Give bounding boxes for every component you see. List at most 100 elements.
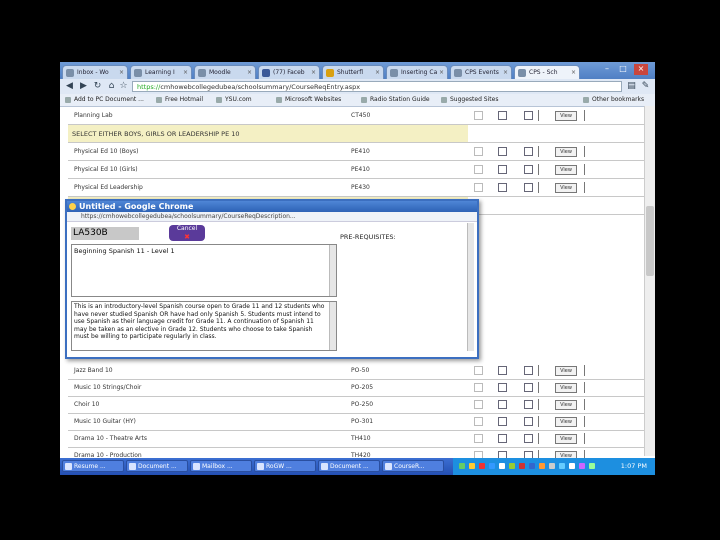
taskbar-item[interactable]: Document ... bbox=[318, 460, 380, 472]
address-bar[interactable]: https://cmhowebcollegedubea/schoolsummar… bbox=[132, 81, 622, 92]
close-icon[interactable]: × bbox=[311, 66, 316, 79]
close-icon[interactable]: × bbox=[119, 66, 124, 79]
alternate-checkbox[interactable] bbox=[498, 111, 507, 120]
select-checkbox[interactable] bbox=[474, 383, 483, 392]
priority-field[interactable] bbox=[538, 399, 539, 410]
cancel-button[interactable]: Cancel ✖ bbox=[169, 225, 205, 241]
select-checkbox[interactable] bbox=[474, 147, 483, 156]
wrench-icon[interactable]: ✎ bbox=[640, 81, 651, 92]
view-button[interactable]: View bbox=[555, 147, 577, 157]
alternate-checkbox[interactable] bbox=[498, 417, 507, 426]
taskbar-item[interactable]: RoGW ... bbox=[254, 460, 316, 472]
taskbar-item[interactable]: Mailbox ... bbox=[190, 460, 252, 472]
bookmark-item[interactable]: Radio Station Guide bbox=[360, 95, 430, 105]
view-button[interactable]: View bbox=[555, 434, 577, 444]
app-tray-icon[interactable] bbox=[569, 463, 575, 469]
tab-inbox[interactable]: Inbox - Wo × bbox=[62, 65, 128, 79]
forward-icon[interactable]: ▶ bbox=[78, 81, 89, 92]
app-tray-icon[interactable] bbox=[539, 463, 545, 469]
view-button[interactable]: View bbox=[555, 383, 577, 393]
select-checkbox[interactable] bbox=[474, 366, 483, 375]
alternate-checkbox[interactable] bbox=[498, 147, 507, 156]
select-checkbox[interactable] bbox=[474, 417, 483, 426]
network-icon[interactable] bbox=[459, 463, 465, 469]
app-tray-icon[interactable] bbox=[549, 463, 555, 469]
taskbar-item[interactable]: Resume ... bbox=[62, 460, 124, 472]
priority-field[interactable] bbox=[538, 146, 539, 157]
bookmark-item[interactable]: Add to PC Document ... bbox=[64, 95, 144, 105]
request-checkbox[interactable] bbox=[524, 434, 533, 443]
alternate-checkbox[interactable] bbox=[498, 383, 507, 392]
close-icon[interactable]: × bbox=[503, 66, 508, 79]
tab-moodle[interactable]: Moodle × bbox=[194, 65, 256, 79]
alternate-checkbox[interactable] bbox=[498, 400, 507, 409]
bookmark-item[interactable]: YSU.com bbox=[215, 95, 252, 105]
view-button[interactable]: View bbox=[555, 366, 577, 376]
priority-field[interactable] bbox=[538, 182, 539, 193]
request-checkbox[interactable] bbox=[524, 366, 533, 375]
priority-field[interactable] bbox=[538, 365, 539, 376]
course-code-field[interactable]: LA530B bbox=[71, 227, 139, 240]
taskbar-item[interactable]: Document ... bbox=[126, 460, 188, 472]
bookmark-item[interactable]: Free Hotmail bbox=[155, 95, 203, 105]
close-icon[interactable]: × bbox=[247, 66, 252, 79]
select-checkbox[interactable] bbox=[474, 111, 483, 120]
volume-icon[interactable] bbox=[499, 463, 505, 469]
description-scrollbar[interactable] bbox=[329, 302, 336, 350]
title-scrollbar[interactable] bbox=[329, 245, 336, 296]
tab-inserting[interactable]: Inserting Ca × bbox=[386, 65, 448, 79]
view-button[interactable]: View bbox=[555, 400, 577, 410]
app-tray-icon[interactable] bbox=[519, 463, 525, 469]
antivirus-icon[interactable] bbox=[479, 463, 485, 469]
select-checkbox[interactable] bbox=[474, 183, 483, 192]
request-checkbox[interactable] bbox=[524, 183, 533, 192]
other-bookmarks[interactable]: Other bookmarks bbox=[582, 95, 644, 105]
back-icon[interactable]: ◀ bbox=[64, 81, 75, 92]
priority-field[interactable] bbox=[538, 382, 539, 393]
course-description-field[interactable]: This is an introductory-level Spanish co… bbox=[71, 301, 337, 351]
view-button[interactable]: View bbox=[555, 111, 577, 121]
priority-field[interactable] bbox=[538, 164, 539, 175]
request-checkbox[interactable] bbox=[524, 383, 533, 392]
select-checkbox[interactable] bbox=[474, 434, 483, 443]
security-icon[interactable] bbox=[469, 463, 475, 469]
close-window-icon[interactable]: × bbox=[634, 64, 648, 75]
alternate-checkbox[interactable] bbox=[498, 434, 507, 443]
tab-learning[interactable]: Learning I × bbox=[130, 65, 192, 79]
view-button[interactable]: View bbox=[555, 183, 577, 193]
request-checkbox[interactable] bbox=[524, 400, 533, 409]
popup-scrollbar[interactable] bbox=[467, 223, 474, 351]
alternate-checkbox[interactable] bbox=[498, 165, 507, 174]
update-icon[interactable] bbox=[509, 463, 515, 469]
star-icon[interactable]: ☆ bbox=[118, 81, 129, 92]
course-title-field[interactable]: Beginning Spanish 11 - Level 1 bbox=[71, 244, 337, 297]
maximize-icon[interactable]: □ bbox=[616, 64, 630, 75]
tab-facebook[interactable]: (77) Faceb × bbox=[258, 65, 320, 79]
bluetooth-icon[interactable] bbox=[489, 463, 495, 469]
request-checkbox[interactable] bbox=[524, 147, 533, 156]
select-checkbox[interactable] bbox=[474, 400, 483, 409]
priority-field[interactable] bbox=[538, 110, 539, 121]
close-icon[interactable]: × bbox=[571, 66, 576, 79]
priority-field[interactable] bbox=[538, 433, 539, 444]
app-tray-icon[interactable] bbox=[559, 463, 565, 469]
alternate-checkbox[interactable] bbox=[498, 183, 507, 192]
tab-shutterfly[interactable]: Shutterfl × bbox=[322, 65, 384, 79]
page-scrollbar[interactable] bbox=[644, 106, 655, 456]
view-button[interactable]: View bbox=[555, 417, 577, 427]
home-icon[interactable]: ⌂ bbox=[106, 81, 117, 92]
priority-field[interactable] bbox=[538, 416, 539, 427]
tab-cps-school[interactable]: CPS - Sch × bbox=[514, 65, 580, 79]
close-icon[interactable]: × bbox=[439, 66, 444, 79]
bookmark-item[interactable]: Suggested Sites bbox=[440, 95, 498, 105]
bookmark-item[interactable]: Microsoft Websites bbox=[275, 95, 341, 105]
request-checkbox[interactable] bbox=[524, 417, 533, 426]
reload-icon[interactable]: ↻ bbox=[92, 81, 103, 92]
close-icon[interactable]: × bbox=[183, 66, 188, 79]
alternate-checkbox[interactable] bbox=[498, 366, 507, 375]
app-tray-icon[interactable] bbox=[589, 463, 595, 469]
page-menu-icon[interactable]: ▤ bbox=[626, 81, 637, 92]
app-tray-icon[interactable] bbox=[579, 463, 585, 469]
app-tray-icon[interactable] bbox=[529, 463, 535, 469]
taskbar-item[interactable]: CourseR... bbox=[382, 460, 444, 472]
